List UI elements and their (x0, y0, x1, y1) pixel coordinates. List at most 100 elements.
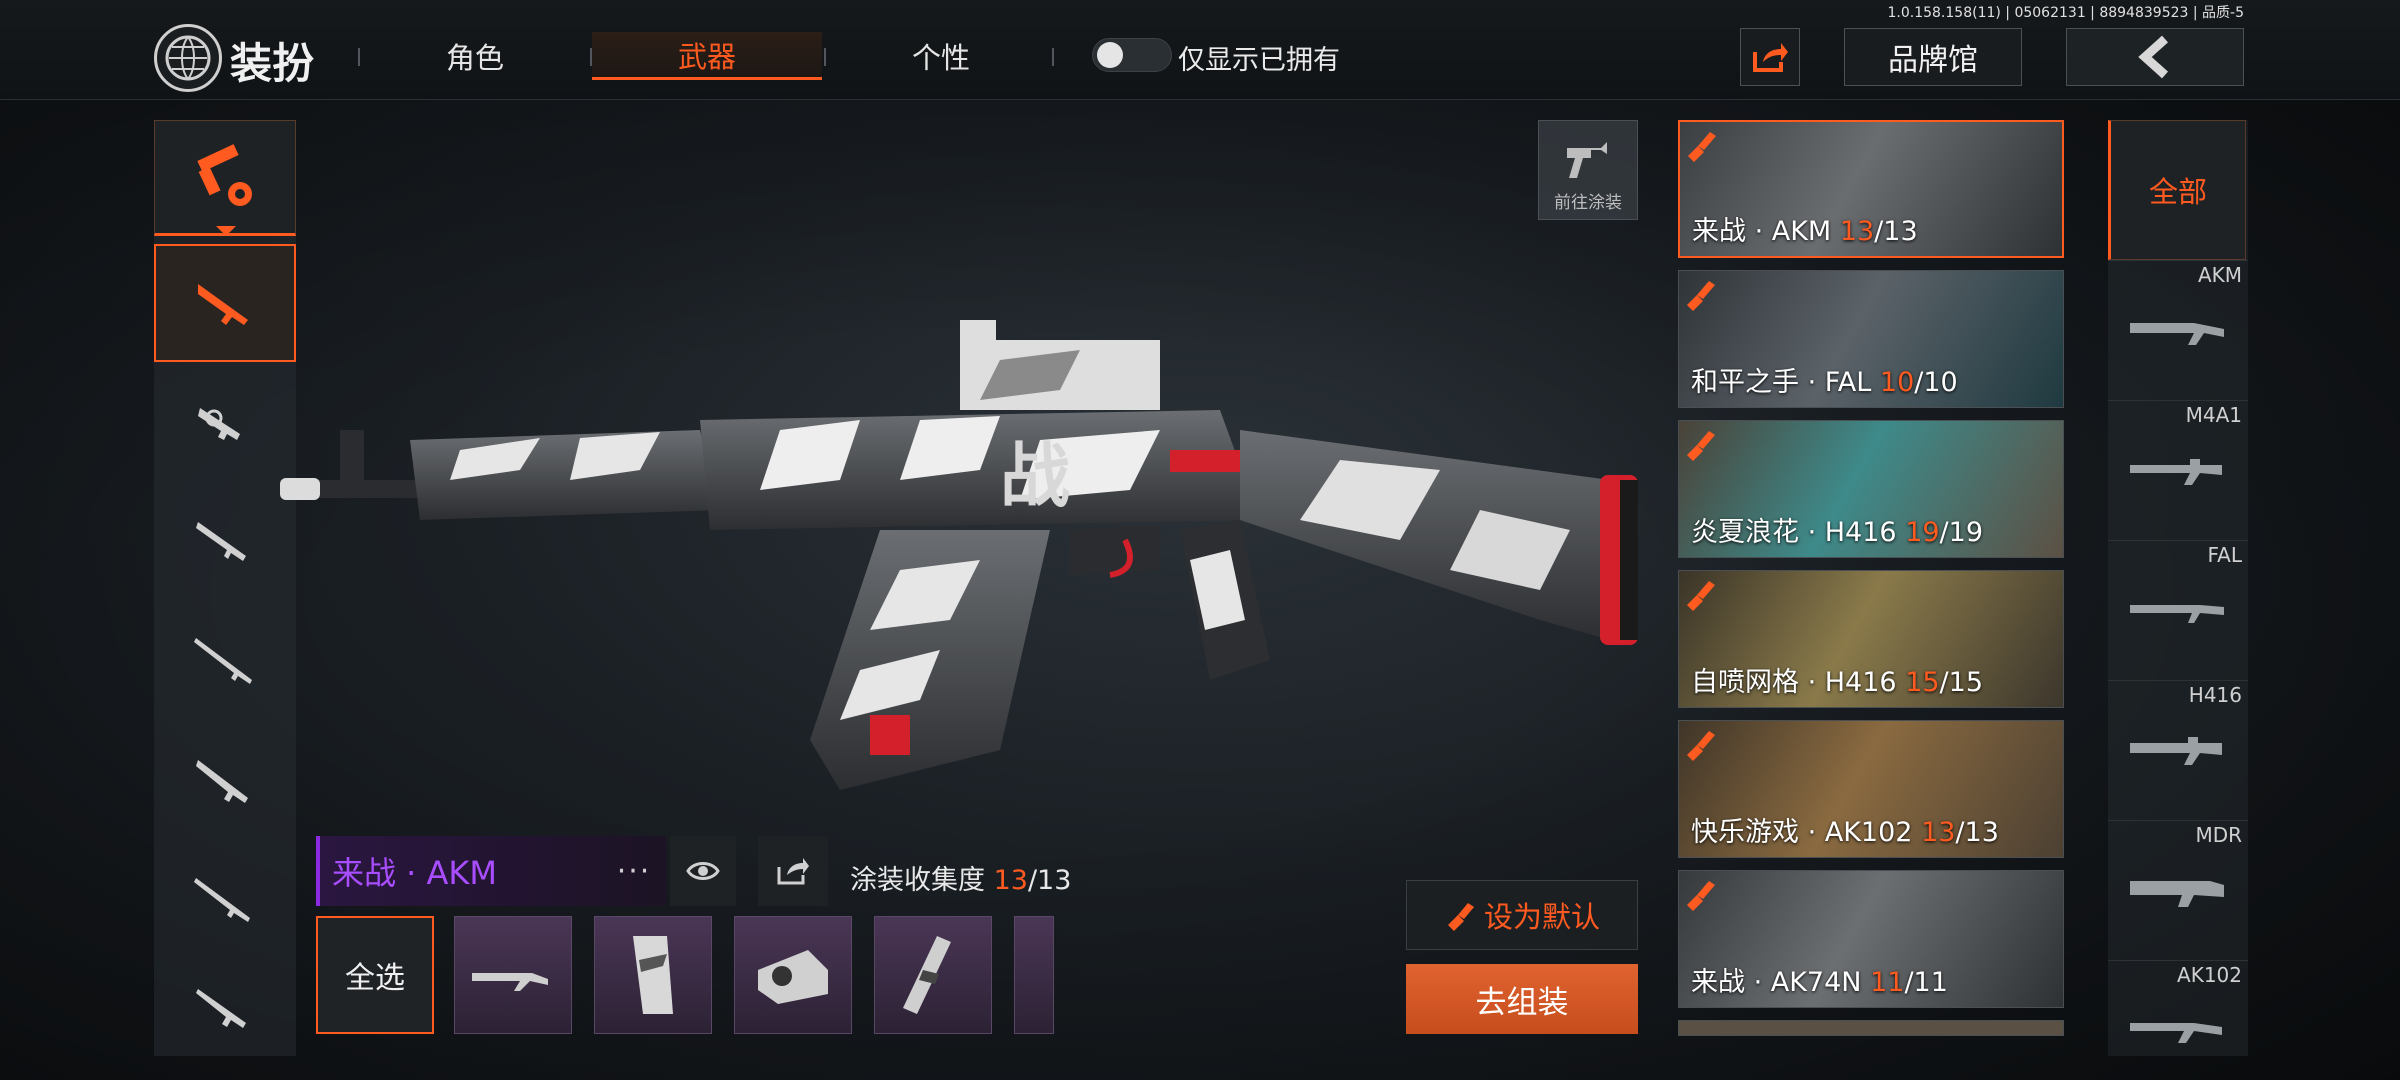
set-default-button[interactable]: 设为默认 (1406, 880, 1638, 950)
globe-logo-icon (154, 24, 222, 92)
part-slot-grip[interactable] (594, 916, 712, 1034)
sniper-icon (194, 638, 252, 684)
tab-separator (358, 48, 360, 66)
skin-card[interactable]: 炎夏浪花 · H416 19/19 (1678, 420, 2064, 558)
goto-paint-button[interactable]: 前往涂装 (1538, 120, 1638, 220)
skin-card[interactable]: 和平之手 · FAL 10/10 (1678, 270, 2064, 408)
part-slot-weapon[interactable] (454, 916, 572, 1034)
tab-role[interactable]: 角色 (400, 32, 550, 80)
filter-label: AKM (2197, 263, 2242, 287)
skin-card-partial[interactable] (1678, 1020, 2064, 1036)
filter-akm[interactable]: AKM (2108, 260, 2248, 400)
filter-mdr[interactable]: MDR (2108, 820, 2248, 960)
tab-personality[interactable]: 个性 (866, 32, 1016, 80)
spray-tag-icon (1687, 281, 1715, 311)
akm-weapon-model: 战 (280, 320, 1638, 790)
eye-icon (686, 862, 720, 880)
mdr-icon (2130, 881, 2224, 907)
spray-tag-icon (1687, 731, 1715, 761)
skin-card-label: 来战 · AKM 13/13 (1692, 216, 1918, 247)
category-pistol[interactable] (154, 964, 296, 1056)
collection-progress: 涂装收集度 13/13 (850, 858, 1071, 897)
brand-hall-button[interactable]: 品牌馆 (1844, 28, 2022, 86)
pistol-icon (196, 989, 246, 1028)
share-icon (1753, 43, 1788, 72)
shotgun-icon (196, 522, 246, 561)
owned-only-label: 仅显示已拥有 (1178, 45, 1340, 76)
category-weapon-paint[interactable] (154, 120, 296, 236)
owned-only-toggle[interactable] (1092, 38, 1172, 72)
skin-thumbnail (1679, 1021, 2063, 1035)
spray-tag-icon (1687, 581, 1715, 611)
filter-ak102[interactable]: AK102 (2108, 960, 2248, 1056)
category-marksman[interactable] (154, 724, 296, 842)
skin-share-button[interactable] (758, 836, 828, 906)
category-smg[interactable] (154, 364, 296, 482)
spray-gun-icon (197, 144, 252, 206)
filter-label: FAL (2207, 543, 2243, 567)
lmg-icon (194, 878, 250, 922)
filter-all[interactable]: 全部 (2108, 120, 2246, 260)
tab-weapon[interactable]: 武器 (592, 32, 822, 80)
version-text: 1.0.158.158(11) | 05062131 | 8894839523 … (1887, 5, 2245, 21)
skin-card-label: 和平之手 · FAL 10/10 (1691, 367, 1958, 398)
magazine-icon (903, 936, 951, 1014)
filter-fal[interactable]: FAL (2108, 540, 2248, 680)
share-button[interactable] (1740, 28, 1800, 86)
filter-label: MDR (2195, 823, 2242, 847)
collection-total: /13 (1027, 865, 1072, 896)
grip-icon (633, 936, 673, 1014)
ak102-icon (2130, 1023, 2222, 1043)
part-slot-more[interactable] (1014, 916, 1054, 1034)
skin-card[interactable]: 自喷网格 · H416 15/15 (1678, 570, 2064, 708)
tab-separator (824, 48, 826, 66)
marksman-icon (196, 760, 248, 803)
sight-icon (758, 950, 828, 1004)
part-slot-magazine[interactable] (874, 916, 992, 1034)
filter-label: M4A1 (2185, 403, 2242, 427)
akm-icon (2130, 323, 2224, 345)
more-options-button[interactable]: ··· (604, 836, 664, 906)
toggle-knob (1097, 42, 1123, 68)
goto-paint-label: 前往涂装 (1554, 193, 1622, 213)
skin-card-label: 来战 · AK74N 11/11 (1691, 967, 1948, 998)
spray-tag-icon (1687, 431, 1715, 461)
tab-separator (1052, 48, 1054, 66)
collection-current: 13 (993, 865, 1028, 896)
skin-card[interactable]: 快乐游戏 · AK102 13/13 (1678, 720, 2064, 858)
svg-text:战: 战 (1000, 434, 1070, 517)
back-button[interactable] (2066, 28, 2244, 86)
skin-card[interactable]: 来战 · AK74N 11/11 (1678, 870, 2064, 1008)
set-default-label: 设为默认 (1483, 900, 1600, 934)
category-sniper[interactable] (154, 604, 296, 722)
part-slot-sight[interactable] (734, 916, 852, 1034)
category-rifle[interactable] (154, 244, 296, 362)
assemble-button[interactable]: 去组装 (1406, 964, 1638, 1034)
h416-icon (2130, 737, 2222, 765)
category-lmg[interactable] (154, 844, 296, 962)
back-arrow-icon (2138, 35, 2169, 79)
rifle-icon (198, 284, 248, 325)
collection-label: 涂装收集度 (850, 865, 985, 896)
m4a1-icon (2130, 459, 2222, 485)
spray-tag-icon (1688, 132, 1716, 162)
skin-card[interactable]: 来战 · AKM 13/13 (1678, 120, 2064, 258)
page-title: 装扮 (230, 39, 315, 88)
fal-icon (2130, 605, 2224, 623)
filter-label: H416 (2188, 683, 2242, 707)
preview-toggle-button[interactable] (670, 836, 736, 906)
category-shotgun[interactable] (154, 484, 296, 602)
spray-gun-icon (1567, 142, 1607, 178)
spray-paint-icon (1447, 903, 1474, 931)
share-icon (777, 858, 809, 885)
skin-card-label: 炎夏浪花 · H416 19/19 (1691, 517, 1983, 548)
spray-tag-icon (1687, 881, 1715, 911)
skin-card-label: 快乐游戏 · AK102 13/13 (1691, 817, 1999, 848)
mini-rifle-icon (472, 973, 548, 991)
select-all-button[interactable]: 全选 (316, 916, 434, 1034)
skin-card-label: 自喷网格 · H416 15/15 (1691, 667, 1983, 698)
smg-icon (198, 408, 240, 440)
filter-h416[interactable]: H416 (2108, 680, 2248, 820)
filter-m4a1[interactable]: M4A1 (2108, 400, 2248, 540)
filter-label: AK102 (2177, 963, 2242, 987)
